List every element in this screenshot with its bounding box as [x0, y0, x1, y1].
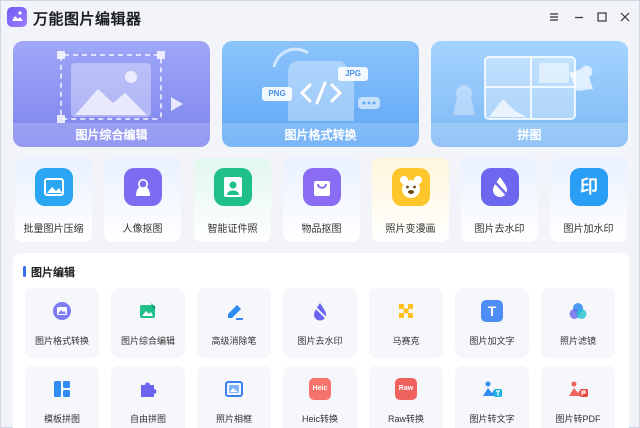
quick-tool-id-photo[interactable]: 智能证件照	[194, 158, 271, 242]
heic-file-icon: Heic	[309, 378, 331, 400]
image-convert-icon	[51, 300, 73, 322]
quick-tool-batch-compress[interactable]: 批量图片压缩	[15, 158, 92, 242]
quick-tool-label: 批量图片压缩	[23, 224, 84, 235]
tool-raw-convert[interactable]: Raw Raw转换	[369, 366, 443, 428]
tool-eraser-pen[interactable]: 高级消除笔	[197, 288, 271, 358]
hero-label: 图片综合编辑	[13, 123, 210, 147]
id-photo-icon	[214, 168, 252, 206]
raw-file-icon: Raw	[395, 378, 417, 400]
image-to-pdf-icon	[567, 378, 589, 400]
minimize-icon[interactable]	[572, 10, 586, 24]
quick-tool-add-watermark[interactable]: 印 图片加水印	[550, 158, 627, 242]
quick-tool-label: 物品抠图	[301, 224, 342, 235]
mosaic-icon	[395, 300, 417, 322]
quick-tool-label: 照片变漫画	[385, 224, 436, 235]
tool-label: Heic转换	[301, 414, 338, 424]
section-accent-bar	[23, 266, 26, 277]
png-badge: PNG	[268, 89, 286, 98]
tool-label: 模板拼图	[43, 414, 80, 424]
tool-label: 图片去水印	[297, 336, 343, 346]
photo-frame-icon	[223, 378, 245, 400]
app-logo-icon	[7, 7, 27, 27]
tool-label: 图片转文字	[469, 414, 515, 424]
tool-add-text[interactable]: T 图片加文字	[455, 288, 529, 358]
quick-tool-label: 人像抠图	[122, 224, 163, 235]
stamp-icon: 印	[570, 168, 608, 206]
puzzle-icon	[137, 378, 159, 400]
tool-label: 照片相框	[215, 414, 252, 424]
water-drop-slash-icon	[309, 300, 331, 322]
quick-tool-label: 图片加水印	[563, 224, 614, 235]
quick-tool-label: 智能证件照	[207, 224, 258, 235]
app-title: 万能图片编辑器	[33, 11, 142, 28]
title-bar: 万能图片编辑器	[1, 1, 639, 33]
shopping-bag-icon	[303, 168, 341, 206]
image-edit-panel: 图片编辑 图片格式转换 图片综合编辑 高级消除笔 图片去水印 马赛克 T 图片加…	[13, 253, 629, 428]
portrait-icon	[124, 168, 162, 206]
menu-icon[interactable]	[547, 10, 561, 24]
tool-free-collage[interactable]: 自由拼图	[111, 366, 185, 428]
quick-tool-remove-watermark[interactable]: 图片去水印	[461, 158, 538, 242]
quick-tool-label: 图片去水印	[474, 224, 525, 235]
tool-template-collage[interactable]: 模板拼图	[25, 366, 99, 428]
tool-label: 图片格式转换	[34, 336, 89, 346]
quick-tool-cartoon[interactable]: 照片变漫画	[372, 158, 449, 242]
tool-image-to-text[interactable]: 图片转文字	[455, 366, 529, 428]
tool-label: 图片加文字	[469, 336, 515, 346]
hero-card-collage[interactable]: 拼图	[431, 41, 628, 147]
tool-image-to-pdf[interactable]: 图片转PDF	[541, 366, 615, 428]
template-grid-icon	[51, 378, 73, 400]
hero-card-format-convert[interactable]: PNG JPG 图片格式转换	[222, 41, 419, 147]
tool-heic-convert[interactable]: Heic Heic转换	[283, 366, 357, 428]
app-window: 万能图片编辑器 图片综合编辑 PNG JPG 图片格式转换 拼图 批量图片压缩 …	[0, 0, 640, 428]
tool-photo-frame[interactable]: 照片相框	[197, 366, 271, 428]
hero-label: 图片格式转换	[222, 123, 419, 147]
tool-remove-watermark[interactable]: 图片去水印	[283, 288, 357, 358]
hero-card-image-edit[interactable]: 图片综合编辑	[13, 41, 210, 147]
tool-label: 高级消除笔	[211, 336, 257, 346]
tool-label: Raw转换	[387, 414, 424, 424]
maximize-icon[interactable]	[595, 10, 609, 24]
quick-tool-object-cutout[interactable]: 物品抠图	[283, 158, 360, 242]
tool-label: 马赛克	[392, 336, 420, 346]
eraser-pen-icon	[223, 300, 245, 322]
water-drop-slash-icon	[481, 168, 519, 206]
tool-format-convert[interactable]: 图片格式转换	[25, 288, 99, 358]
tool-label: 自由拼图	[129, 414, 166, 424]
tool-mosaic[interactable]: 马赛克	[369, 288, 443, 358]
tool-photo-filter[interactable]: 照片滤镜	[541, 288, 615, 358]
image-edit-icon	[137, 300, 159, 322]
tool-image-edit[interactable]: 图片综合编辑	[111, 288, 185, 358]
quick-tool-portrait-cutout[interactable]: 人像抠图	[104, 158, 181, 242]
filter-circles-icon	[567, 300, 589, 322]
hero-label: 拼图	[431, 123, 628, 147]
close-icon[interactable]	[618, 10, 632, 24]
section-title: 图片编辑	[31, 267, 75, 279]
image-to-text-icon	[481, 378, 503, 400]
tool-label: 图片转PDF	[555, 414, 601, 424]
tool-label: 照片滤镜	[559, 336, 596, 346]
jpg-badge: JPG	[344, 69, 361, 78]
bear-face-icon	[392, 168, 430, 206]
tool-label: 图片综合编辑	[120, 336, 175, 346]
image-compress-icon	[35, 168, 73, 206]
text-icon: T	[481, 300, 503, 322]
